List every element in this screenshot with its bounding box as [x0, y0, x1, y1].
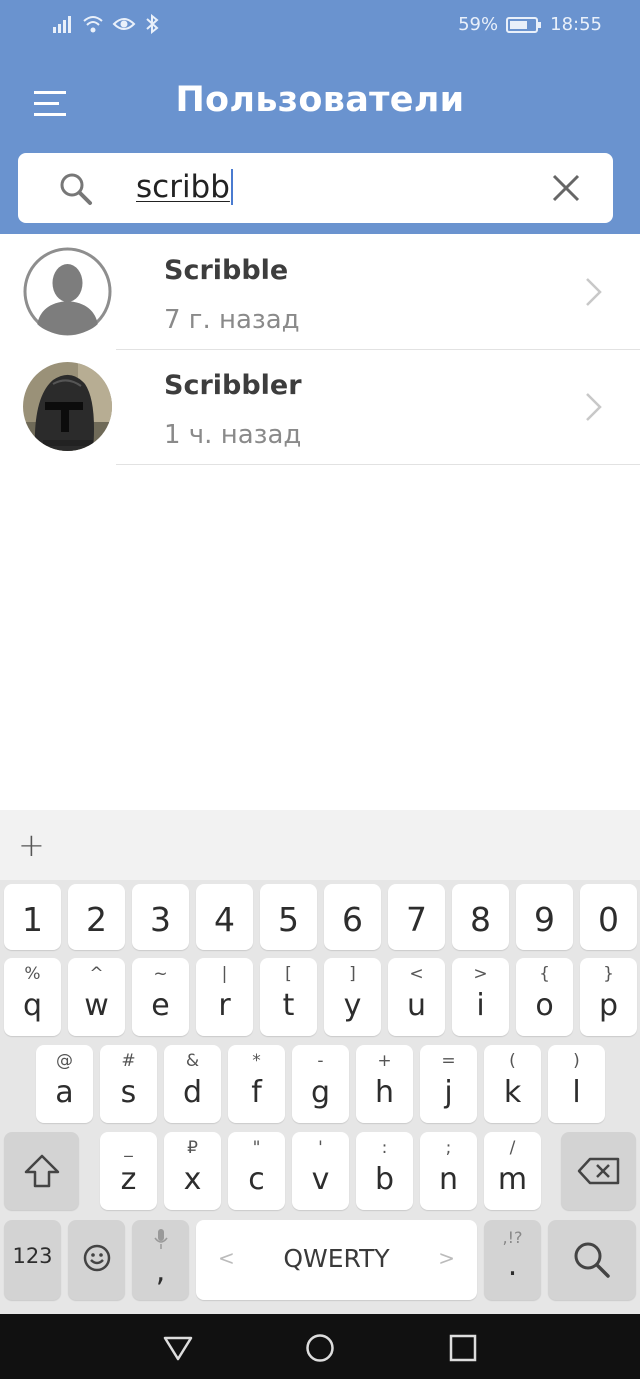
key-4[interactable]: 4 — [196, 884, 253, 950]
emoji-key[interactable] — [68, 1220, 125, 1300]
divider — [116, 464, 640, 465]
back-triangle-icon[interactable] — [163, 1333, 193, 1363]
on-screen-keyboard: + 1 2 3 4 5 6 7 8 9 0 % q ^ w ~ e | r [t ] y … — [0, 810, 640, 1314]
key-l[interactable]: ) l — [548, 1045, 605, 1123]
list-item[interactable]: Scribble 7 г. назад — [0, 235, 640, 350]
smiley-icon — [83, 1244, 111, 1272]
chevron-right-icon — [584, 275, 604, 309]
last-seen: 1 ч. назад — [164, 420, 302, 450]
page-title: Пользователи — [175, 80, 465, 120]
search-icon — [574, 1242, 610, 1278]
key-e[interactable]: ~ e — [132, 958, 189, 1036]
last-seen: 7 г. назад — [164, 305, 300, 335]
key-8[interactable]: 8 — [452, 884, 509, 950]
close-icon[interactable] — [548, 170, 584, 206]
key-i[interactable]: > i — [452, 958, 509, 1036]
key-s[interactable]: # s — [100, 1045, 157, 1123]
backspace-icon — [577, 1157, 620, 1185]
key-f[interactable]: * f — [228, 1045, 285, 1123]
key-0[interactable]: 0 — [580, 884, 637, 950]
period-key[interactable]: ,!? . — [484, 1220, 541, 1300]
keyboard-toolbar: + — [0, 810, 640, 880]
user-name: Scribbler — [164, 370, 302, 401]
key-g[interactable]: -g — [292, 1045, 349, 1123]
backspace-key[interactable] — [561, 1132, 636, 1210]
key-j[interactable]: = j — [420, 1045, 477, 1123]
key-a[interactable]: @ a — [36, 1045, 93, 1123]
battery-percent: 59% — [458, 14, 499, 35]
wifi-icon — [82, 14, 104, 34]
search-key[interactable] — [548, 1220, 636, 1300]
key-n[interactable]: ; n — [420, 1132, 477, 1210]
chevron-right-icon — [584, 390, 604, 424]
key-h[interactable]: + h — [356, 1045, 413, 1123]
key-7[interactable]: 7 — [388, 884, 445, 950]
key-b[interactable]: :b — [356, 1132, 413, 1210]
default-user-avatar — [23, 247, 112, 336]
home-circle-icon[interactable] — [305, 1333, 335, 1363]
key-y[interactable]: ] y — [324, 958, 381, 1036]
key-d[interactable]: & d — [164, 1045, 221, 1123]
space-key[interactable]: < QWERTY > — [196, 1220, 477, 1300]
key-p[interactable]: } p — [580, 958, 637, 1036]
key-t[interactable]: [t — [260, 958, 317, 1036]
key-3[interactable]: 3 — [132, 884, 189, 950]
chevron-right-icon: > — [438, 1246, 455, 1270]
key-v[interactable]: ' v — [292, 1132, 349, 1210]
microphone-icon — [154, 1229, 168, 1249]
list-item[interactable]: Scribbler 1 ч. назад — [0, 350, 640, 465]
comma-voice-key[interactable]: , — [132, 1220, 189, 1300]
key-r[interactable]: | r — [196, 958, 253, 1036]
key-w[interactable]: ^ w — [68, 958, 125, 1036]
app-header: 59% 18:55 Пользователи scribb — [0, 0, 640, 234]
search-input[interactable]: scribb — [136, 168, 233, 207]
key-2[interactable]: 2 — [68, 884, 125, 950]
status-bar: 59% 18:55 — [0, 0, 640, 56]
key-x[interactable]: ₽ x — [164, 1132, 221, 1210]
key-k[interactable]: (k — [484, 1045, 541, 1123]
key-m[interactable]: / m — [484, 1132, 541, 1210]
numbers-mode-key[interactable]: 123 — [4, 1220, 61, 1300]
text-caret — [230, 168, 233, 205]
key-1[interactable]: 1 — [4, 884, 61, 950]
search-bar[interactable]: scribb — [18, 153, 613, 223]
key-9[interactable]: 9 — [516, 884, 573, 950]
key-z[interactable]: _ z — [100, 1132, 157, 1210]
bluetooth-icon — [144, 14, 160, 34]
shift-arrow-icon — [24, 1154, 60, 1188]
recents-square-icon[interactable] — [448, 1333, 478, 1363]
user-name: Scribble — [164, 255, 289, 286]
key-5[interactable]: 5 — [260, 884, 317, 950]
key-o[interactable]: {o — [516, 958, 573, 1036]
key-q[interactable]: % q — [4, 958, 61, 1036]
key-u[interactable]: < u — [388, 958, 445, 1036]
system-navigation-bar — [0, 1314, 640, 1379]
keyboard-plus-button[interactable]: + — [18, 826, 45, 864]
clock: 18:55 — [550, 14, 602, 35]
signal-icon — [52, 14, 74, 34]
key-c[interactable]: " c — [228, 1132, 285, 1210]
helmet-photo-avatar — [23, 362, 112, 451]
eye-icon — [112, 14, 136, 34]
key-6[interactable]: 6 — [324, 884, 381, 950]
search-icon — [58, 171, 94, 207]
shift-key[interactable] — [4, 1132, 79, 1210]
battery-icon — [506, 16, 542, 34]
